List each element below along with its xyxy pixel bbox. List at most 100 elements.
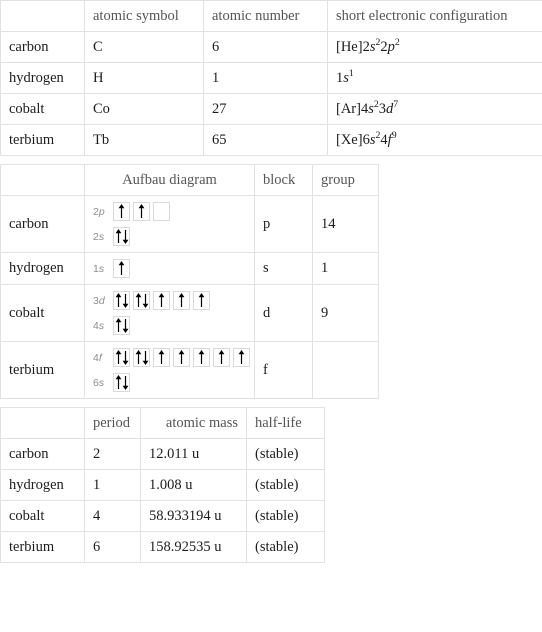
aufbau-shell-list: 3d 4s: [93, 291, 246, 335]
cell-period-carbon: 2: [84, 438, 141, 470]
spin-up-arrow-icon: [178, 293, 185, 307]
spin-up-arrow-icon: [115, 318, 121, 332]
table-header-row: period atomic mass half-life: [0, 407, 325, 439]
shell-row-4s: 4s: [93, 316, 246, 335]
table-header-row: atomic symbol atomic number short electr…: [0, 0, 542, 32]
spin-down-arrow-icon: [122, 294, 128, 308]
orbital-box-up: [213, 348, 230, 367]
spin-down-arrow-icon: [122, 351, 128, 365]
shell-row-2p: 2p: [93, 202, 246, 221]
table-row: carbon 2 12.011 u (stable): [0, 438, 325, 470]
spin-down-arrow-icon: [142, 294, 148, 308]
shell-label: 3d: [93, 294, 105, 307]
spin-up-arrow-icon: [115, 350, 121, 364]
orbital-box-row: [113, 291, 210, 310]
row-label-carbon: carbon: [0, 195, 85, 253]
spin-up-arrow-icon: [238, 350, 245, 364]
config-text: 2: [380, 38, 388, 55]
table-row: cobalt Co 27 [Ar]4s23d7: [0, 93, 542, 125]
cell-atomic-symbol-cobalt: Co: [84, 93, 204, 125]
header-cell-short-electronic-configuration: short electronic configuration: [327, 0, 542, 32]
cell-atomic-mass-carbon: 12.011 u: [140, 438, 247, 470]
orbital-box-up: [193, 348, 210, 367]
cell-group-terbium: [312, 341, 379, 399]
orbital-box-up: [113, 259, 130, 278]
table-row: terbium 4f 6s f: [0, 341, 379, 399]
shell-label: 1s: [93, 262, 105, 275]
cell-half-life-hydrogen: (stable): [246, 469, 325, 501]
header-cell-corner: [0, 164, 85, 196]
orbital-box-updown: [113, 373, 130, 392]
cell-aufbau-hydrogen: 1s: [84, 252, 255, 285]
spin-down-arrow-icon: [142, 351, 148, 365]
config-text: 3: [378, 100, 387, 117]
aufbau-shell-list: 4f 6s: [93, 348, 250, 392]
cell-atomic-mass-terbium: 158.92535 u: [140, 531, 247, 563]
aufbau-shell-list: 2p 2s: [93, 202, 246, 246]
cell-half-life-carbon: (stable): [246, 438, 325, 470]
shell-label: 4f: [93, 351, 102, 364]
row-label-hydrogen: hydrogen: [0, 469, 85, 501]
config-text: [He]2: [336, 38, 370, 55]
cell-group-hydrogen: 1: [312, 252, 379, 285]
row-label-terbium: terbium: [0, 341, 85, 399]
shell-label: 2p: [93, 205, 105, 218]
cell-electronic-configuration-hydrogen: 1s1: [336, 68, 354, 85]
orbital-box-up: [113, 202, 130, 221]
cell-atomic-symbol-carbon: C: [84, 31, 204, 63]
orbital-box-row: [113, 259, 130, 278]
header-cell-atomic-symbol: atomic symbol: [84, 0, 204, 32]
row-label-hydrogen: hydrogen: [0, 62, 85, 94]
cell-block-hydrogen: s: [254, 252, 313, 285]
orbital-box-updown: [113, 227, 130, 246]
table-row: cobalt 3d 4s d 9: [0, 284, 379, 342]
header-cell-period: period: [84, 407, 141, 439]
orbital-box-up: [133, 202, 150, 221]
cell-electronic-configuration-cobalt: [Ar]4s23d7: [336, 99, 398, 117]
spin-up-arrow-icon: [115, 293, 121, 307]
element-properties-table: atomic symbol atomic number short electr…: [0, 0, 542, 156]
config-text: [Xe]6: [336, 131, 370, 148]
cell-atomic-mass-cobalt: 58.933194 u: [140, 500, 247, 532]
cell-half-life-terbium: (stable): [246, 531, 325, 563]
aufbau-diagram-body: Aufbau diagram block group carbon 2p 2s p…: [0, 164, 379, 399]
shell-row-3d: 3d: [93, 291, 246, 310]
table-row: cobalt 4 58.933194 u (stable): [0, 500, 325, 532]
spin-up-arrow-icon: [135, 350, 141, 364]
cell-period-terbium: 6: [84, 531, 141, 563]
spin-up-arrow-icon: [178, 350, 185, 364]
spin-up-arrow-icon: [118, 261, 125, 275]
spin-up-arrow-icon: [115, 375, 121, 389]
spin-up-arrow-icon: [158, 350, 165, 364]
cell-atomic-symbol-terbium: Tb: [84, 124, 204, 156]
aufbau-shell-list: 1s: [93, 259, 246, 278]
spin-down-arrow-icon: [122, 319, 128, 333]
cell-atomic-number-carbon: 6: [203, 31, 328, 63]
spin-up-arrow-icon: [115, 229, 121, 243]
aufbau-diagram-table: Aufbau diagram block group carbon 2p 2s p…: [0, 164, 379, 399]
cell-atomic-number-hydrogen: 1: [203, 62, 328, 94]
electron-count-superscript: 2: [394, 36, 400, 48]
cell-group-carbon: 14: [312, 195, 379, 253]
spin-up-arrow-icon: [158, 293, 165, 307]
orbital-box-up: [153, 291, 170, 310]
header-cell-group: group: [312, 164, 379, 196]
cell-atomic-symbol-hydrogen: H: [84, 62, 204, 94]
cell-atomic-mass-hydrogen: 1.008 u: [140, 469, 247, 501]
cell-aufbau-carbon: 2p 2s: [84, 195, 255, 253]
row-label-carbon: carbon: [0, 438, 85, 470]
cell-block-cobalt: d: [254, 284, 313, 342]
shell-row-6s: 6s: [93, 373, 246, 392]
cell-block-carbon: p: [254, 195, 313, 253]
table-row: hydrogen 1 1.008 u (stable): [0, 469, 325, 501]
header-cell-aufbau-diagram: Aufbau diagram: [84, 164, 255, 196]
element-properties-body: atomic symbol atomic number short electr…: [0, 0, 542, 156]
spin-up-arrow-icon: [138, 204, 145, 218]
orbital-box-updown: [133, 348, 150, 367]
orbital-box-up: [193, 291, 210, 310]
orbital-box-row: [113, 202, 170, 221]
shell-row-4f: 4f: [93, 348, 250, 367]
orbital-box-updown: [113, 291, 130, 310]
orbital-letter: p: [387, 38, 395, 55]
electron-count-superscript: 9: [391, 129, 397, 141]
